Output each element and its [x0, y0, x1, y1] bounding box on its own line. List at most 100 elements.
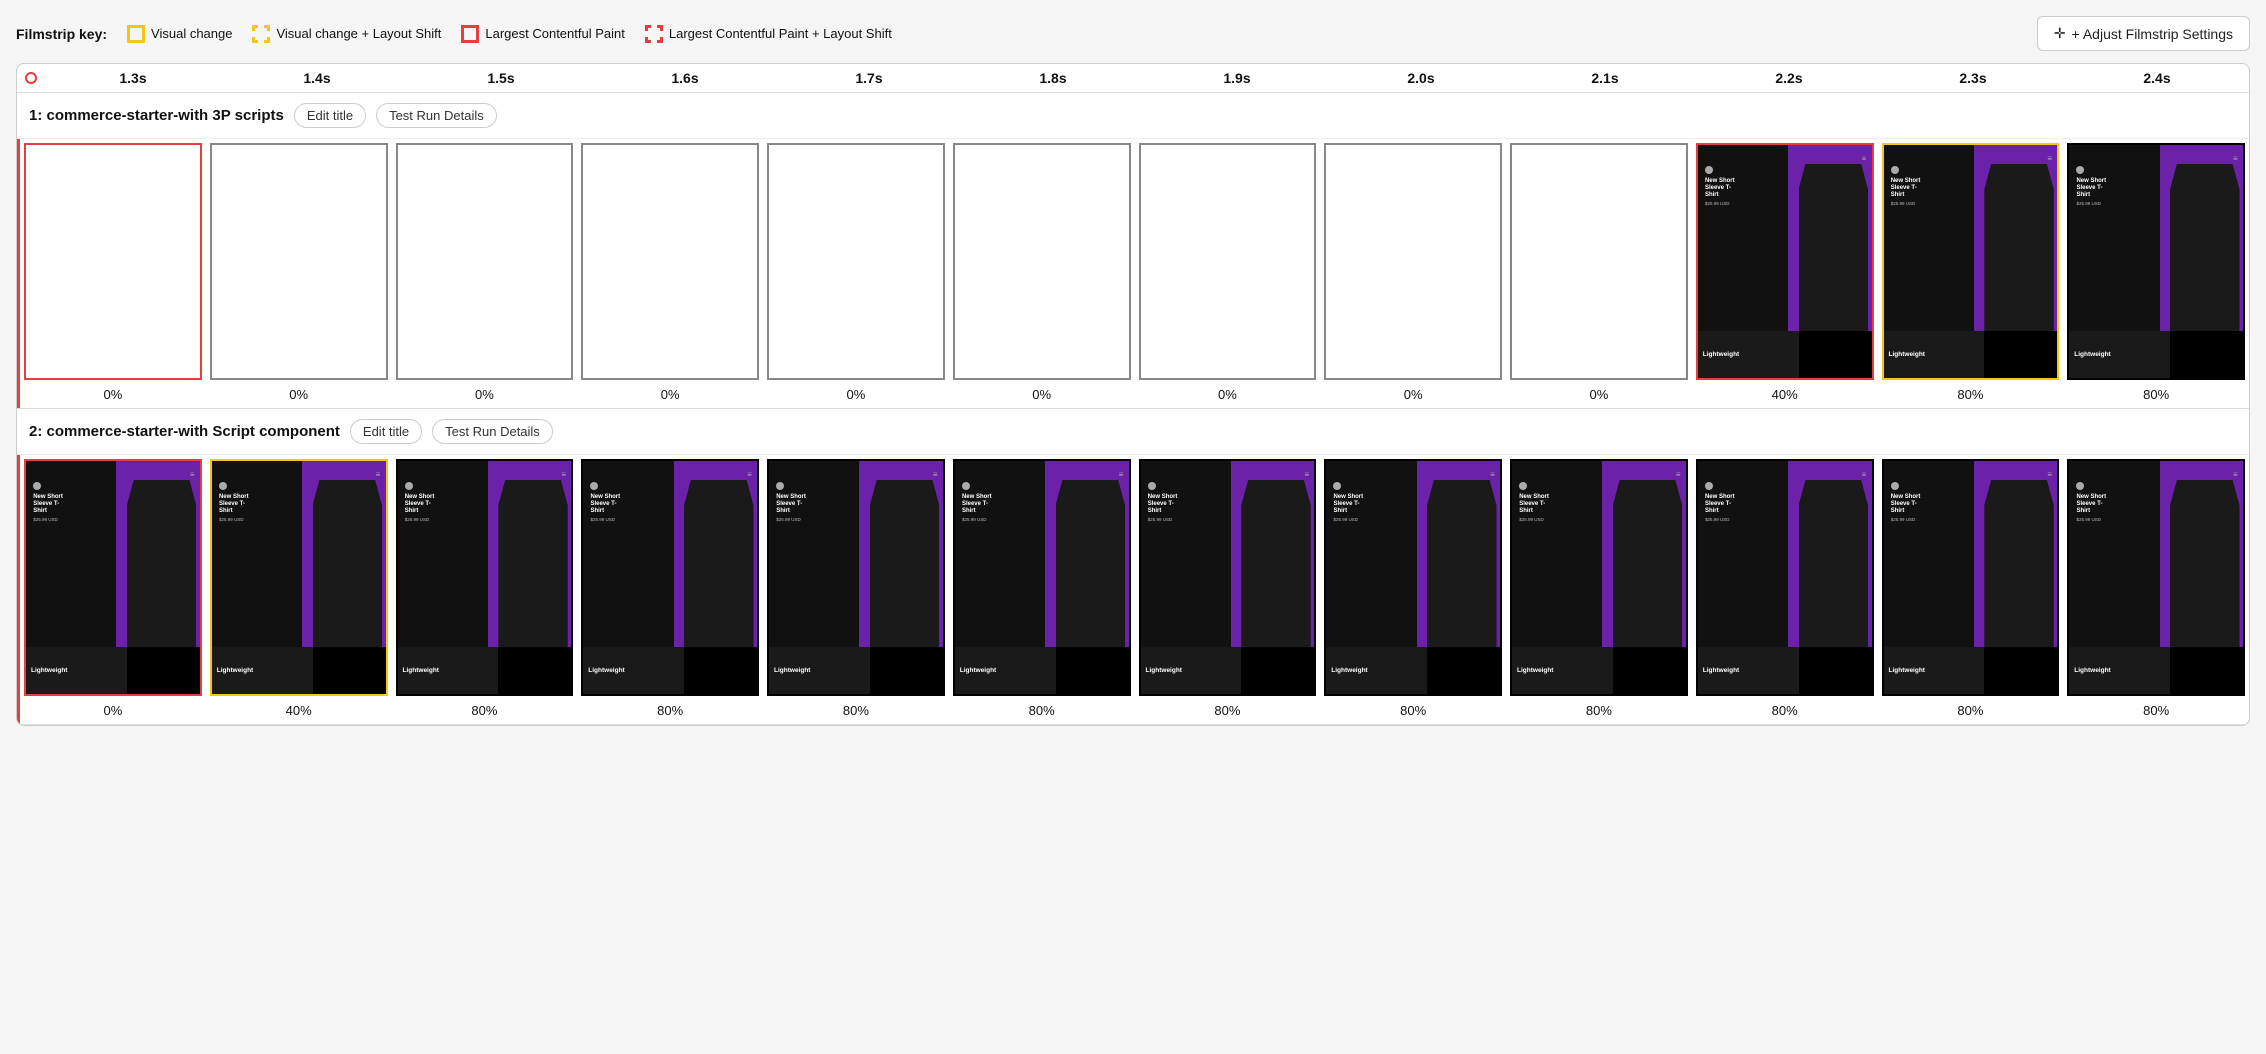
visual-change-icon [127, 25, 145, 43]
frame-screenshot[interactable]: New ShortSleeve T-Shirt $25.99 USD ≡ Lig… [396, 459, 574, 696]
percent-label-1-4: 80% [843, 700, 869, 724]
tick-10: 2.3s [1943, 70, 2003, 86]
frame-col-1-8: New ShortSleeve T-Shirt $25.99 USD ≡ Lig… [1506, 455, 1692, 724]
row-title-0: 1: commerce-starter-with 3P scripts [29, 107, 284, 124]
frame-col-1-1: New ShortSleeve T-Shirt $25.99 USD ≡ Lig… [206, 455, 392, 724]
percent-label-0-0: 0% [103, 384, 122, 408]
tick-11: 2.4s [2127, 70, 2187, 86]
key-label: Filmstrip key: [16, 26, 107, 42]
frame-empty[interactable] [1510, 143, 1688, 380]
visual-layout-label: Visual change + Layout Shift [276, 26, 441, 41]
frame-empty[interactable] [1139, 143, 1317, 380]
percent-label-1-8: 80% [1586, 700, 1612, 724]
tick-6: 1.9s [1207, 70, 1267, 86]
screenshot-content: New ShortSleeve T-Shirt $25.99 USD ≡ Lig… [769, 461, 943, 694]
percent-label-1-11: 80% [2143, 700, 2169, 724]
frame-screenshot[interactable]: New ShortSleeve T-Shirt $25.99 USD ≡ Lig… [1510, 459, 1688, 696]
test-run-details-button-1[interactable]: Test Run Details [432, 419, 553, 444]
percent-label-0-8: 0% [1589, 384, 1608, 408]
tick-3: 1.6s [655, 70, 715, 86]
tick-4: 1.7s [839, 70, 899, 86]
row-header-1: 2: commerce-starter-with Script componen… [17, 409, 2249, 455]
rows-container: 1: commerce-starter-with 3P scripts Edit … [17, 93, 2249, 725]
row-title-1: 2: commerce-starter-with Script componen… [29, 423, 340, 440]
timeline-header: 1.3s1.4s1.5s1.6s1.7s1.8s1.9s2.0s2.1s2.2s… [17, 64, 2249, 93]
frame-col-0-8: 0% [1506, 139, 1692, 408]
percent-label-0-1: 0% [289, 384, 308, 408]
frame-empty[interactable] [24, 143, 202, 380]
frame-col-1-10: New ShortSleeve T-Shirt $25.99 USD ≡ Lig… [1878, 455, 2064, 724]
visual-change-label: Visual change [151, 26, 232, 41]
screenshot-content: New ShortSleeve T-Shirt $25.99 USD ≡ Lig… [26, 461, 200, 694]
percent-label-1-3: 80% [657, 700, 683, 724]
frame-screenshot[interactable]: New ShortSleeve T-Shirt $25.99 USD ≡ Lig… [2067, 459, 2245, 696]
edit-title-button-1[interactable]: Edit title [350, 419, 422, 444]
frame-col-0-10: New ShortSleeve T-Shirt $25.99 USD ≡ Lig… [1878, 139, 2064, 408]
frame-screenshot[interactable]: New ShortSleeve T-Shirt $25.99 USD ≡ Lig… [953, 459, 1131, 696]
frame-col-1-0: New ShortSleeve T-Shirt $25.99 USD ≡ Lig… [20, 455, 206, 724]
frame-screenshot[interactable]: New ShortSleeve T-Shirt $25.99 USD ≡ Lig… [767, 459, 945, 696]
tick-8: 2.1s [1575, 70, 1635, 86]
frame-screenshot[interactable]: New ShortSleeve T-Shirt $25.99 USD ≡ Lig… [1139, 459, 1317, 696]
frame-empty[interactable] [396, 143, 574, 380]
row-section-0: 1: commerce-starter-with 3P scripts Edit … [17, 93, 2249, 409]
percent-label-1-2: 80% [471, 700, 497, 724]
key-item-lcp: Largest Contentful Paint [461, 25, 624, 43]
percent-label-0-7: 0% [1404, 384, 1423, 408]
frame-col-1-5: New ShortSleeve T-Shirt $25.99 USD ≡ Lig… [949, 455, 1135, 724]
frame-screenshot[interactable]: New ShortSleeve T-Shirt $25.99 USD ≡ Lig… [24, 459, 202, 696]
percent-label-0-3: 0% [661, 384, 680, 408]
percent-label-1-1: 40% [286, 700, 312, 724]
percent-label-1-0: 0% [103, 700, 122, 724]
frame-screenshot[interactable]: New ShortSleeve T-Shirt $25.99 USD ≡ Lig… [1882, 143, 2060, 380]
percent-label-0-10: 80% [1957, 384, 1983, 408]
percent-label-0-2: 0% [475, 384, 494, 408]
screenshot-content: New ShortSleeve T-Shirt $25.99 USD ≡ Lig… [212, 461, 386, 694]
frame-empty[interactable] [581, 143, 759, 380]
frame-col-1-3: New ShortSleeve T-Shirt $25.99 USD ≡ Lig… [577, 455, 763, 724]
tick-7: 2.0s [1391, 70, 1451, 86]
frame-col-0-7: 0% [1320, 139, 1506, 408]
frame-col-1-7: New ShortSleeve T-Shirt $25.99 USD ≡ Lig… [1320, 455, 1506, 724]
percent-label-1-9: 80% [1772, 700, 1798, 724]
lcp-layout-label: Largest Contentful Paint + Layout Shift [669, 26, 892, 41]
frame-col-0-0: 0% [20, 139, 206, 408]
frame-screenshot[interactable]: New ShortSleeve T-Shirt $25.99 USD ≡ Lig… [1696, 143, 1874, 380]
frames-row-0: 0%0%0%0%0%0%0%0%0% New ShortSleeve T-Shi… [17, 139, 2249, 408]
frame-screenshot[interactable]: New ShortSleeve T-Shirt $25.99 USD ≡ Lig… [1324, 459, 1502, 696]
frame-screenshot[interactable]: New ShortSleeve T-Shirt $25.99 USD ≡ Lig… [2067, 143, 2245, 380]
edit-title-button-0[interactable]: Edit title [294, 103, 366, 128]
adjust-filmstrip-button[interactable]: ✛ + Adjust Filmstrip Settings [2037, 16, 2250, 51]
tick-9: 2.2s [1759, 70, 1819, 86]
percent-label-1-7: 80% [1400, 700, 1426, 724]
frame-screenshot[interactable]: New ShortSleeve T-Shirt $25.99 USD ≡ Lig… [581, 459, 759, 696]
timeline-start-dot [25, 72, 37, 84]
frame-screenshot[interactable]: New ShortSleeve T-Shirt $25.99 USD ≡ Lig… [1882, 459, 2060, 696]
frame-screenshot[interactable]: New ShortSleeve T-Shirt $25.99 USD ≡ Lig… [1696, 459, 1874, 696]
screenshot-content: New ShortSleeve T-Shirt $25.99 USD ≡ Lig… [398, 461, 572, 694]
frame-empty[interactable] [210, 143, 388, 380]
frame-empty[interactable] [953, 143, 1131, 380]
percent-label-0-4: 0% [846, 384, 865, 408]
frame-col-0-1: 0% [206, 139, 392, 408]
top-bar: Filmstrip key: Visual change Visual chan… [16, 16, 2250, 51]
key-item-visual-change: Visual change [127, 25, 232, 43]
tick-2: 1.5s [471, 70, 531, 86]
frame-col-1-6: New ShortSleeve T-Shirt $25.99 USD ≡ Lig… [1135, 455, 1321, 724]
frame-col-0-11: New ShortSleeve T-Shirt $25.99 USD ≡ Lig… [2063, 139, 2249, 408]
screenshot-content: New ShortSleeve T-Shirt $25.99 USD ≡ Lig… [955, 461, 1129, 694]
lcp-icon [461, 25, 479, 43]
frame-col-0-9: New ShortSleeve T-Shirt $25.99 USD ≡ Lig… [1692, 139, 1878, 408]
frame-empty[interactable] [767, 143, 945, 380]
visual-layout-icon [252, 25, 270, 43]
percent-label-1-10: 80% [1957, 700, 1983, 724]
frame-col-1-4: New ShortSleeve T-Shirt $25.99 USD ≡ Lig… [763, 455, 949, 724]
frames-row-1: New ShortSleeve T-Shirt $25.99 USD ≡ Lig… [17, 455, 2249, 724]
key-item-visual-layout: Visual change + Layout Shift [252, 25, 441, 43]
frame-empty[interactable] [1324, 143, 1502, 380]
screenshot-content: New ShortSleeve T-Shirt $25.99 USD ≡ Lig… [1884, 461, 2058, 694]
frame-screenshot[interactable]: New ShortSleeve T-Shirt $25.99 USD ≡ Lig… [210, 459, 388, 696]
frame-col-0-2: 0% [392, 139, 578, 408]
test-run-details-button-0[interactable]: Test Run Details [376, 103, 497, 128]
percent-label-0-11: 80% [2143, 384, 2169, 408]
